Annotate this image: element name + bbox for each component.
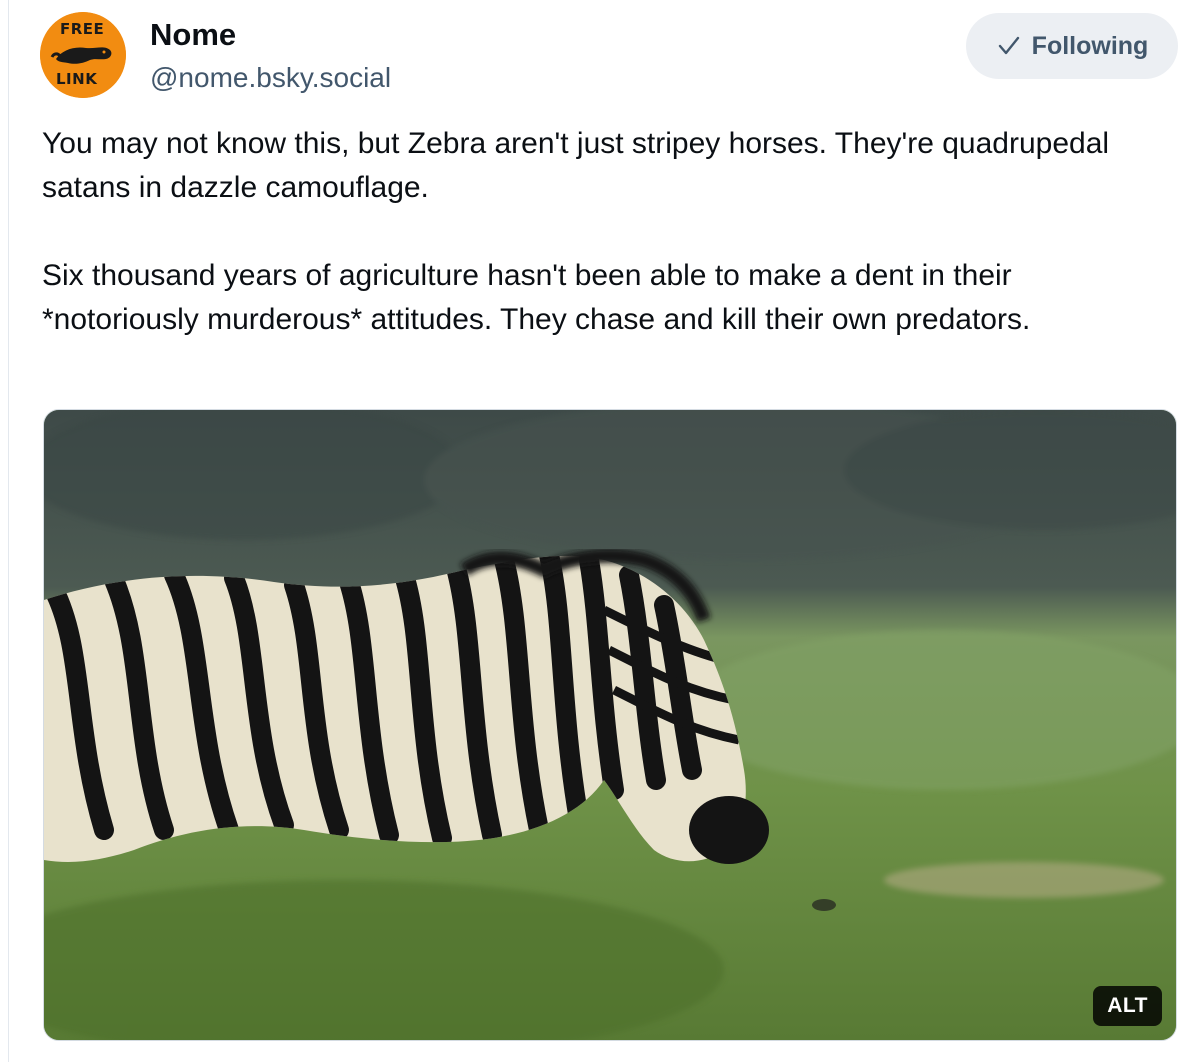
user-handle[interactable]: @nome.bsky.social [150, 60, 391, 96]
avatar-text-top: FREE [60, 20, 105, 38]
post-text: You may not know this, but Zebra aren't … [42, 122, 1162, 342]
avatar[interactable]: FREE LINK [40, 12, 126, 98]
post-paragraph: You may not know this, but Zebra aren't … [42, 127, 1110, 204]
thread-line [8, 0, 9, 1062]
following-button[interactable]: Following [966, 13, 1178, 79]
post-view: FREE LINK Nome @nome.bsky.social Followi… [0, 0, 1194, 1062]
post-image[interactable]: ALT [43, 409, 1177, 1041]
alt-badge[interactable]: ALT [1093, 986, 1162, 1026]
display-name[interactable]: Nome [150, 16, 236, 54]
zebra-photo [44, 410, 1176, 1040]
post-paragraph: Six thousand years of agriculture hasn't… [42, 259, 1031, 336]
avatar-text-bottom: LINK [56, 70, 98, 88]
checkmark-icon [996, 33, 1022, 59]
following-button-label: Following [1031, 31, 1149, 60]
